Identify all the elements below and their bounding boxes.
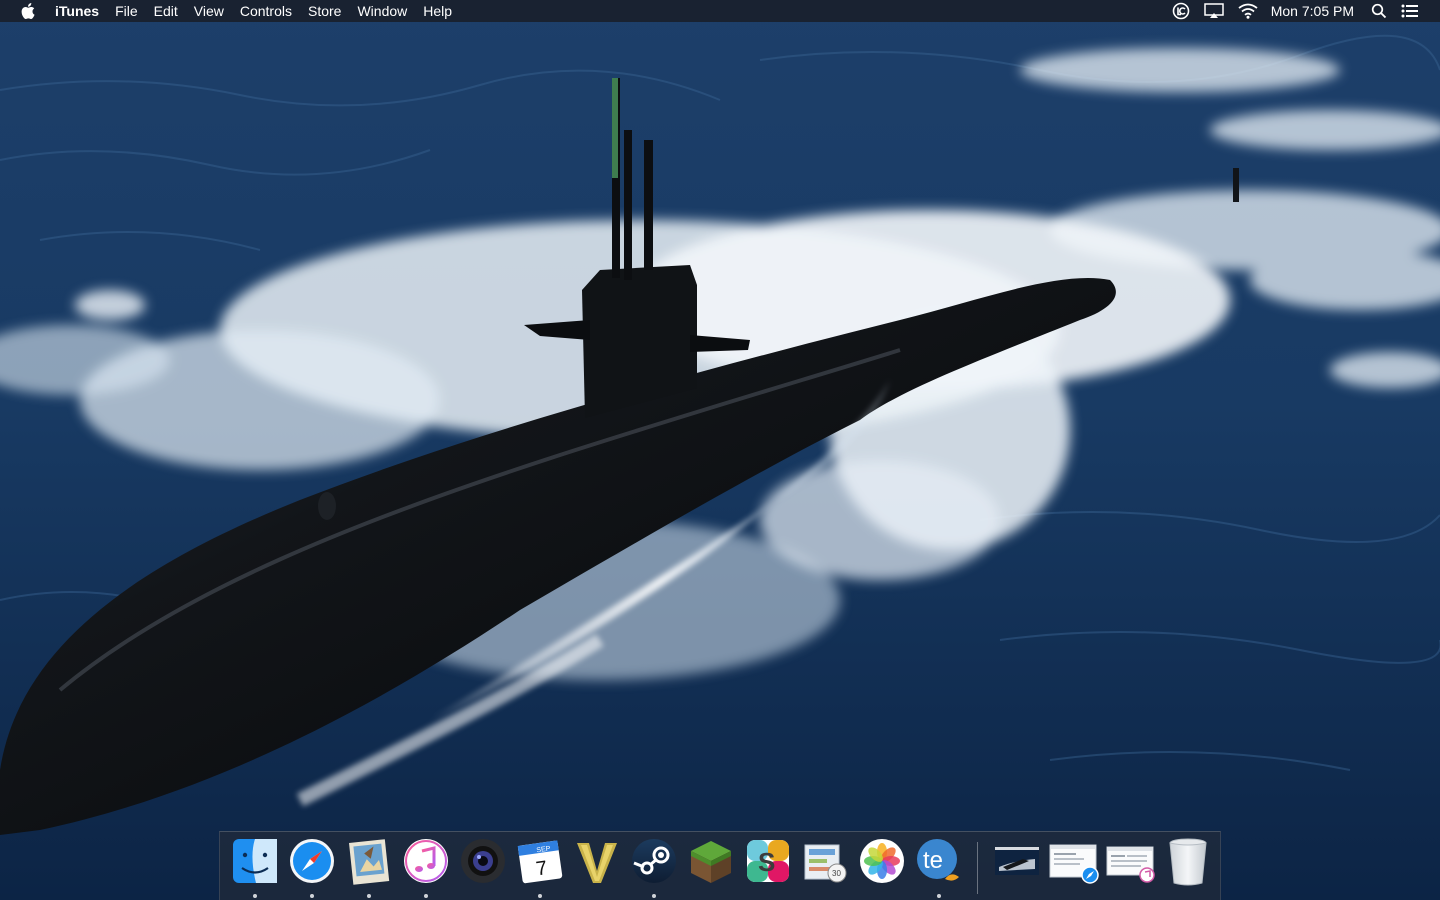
- dock-minimized-window-2[interactable]: [1045, 832, 1102, 896]
- running-indicator: [936, 894, 941, 898]
- dock-separator: [977, 842, 978, 894]
- vee-icon: [576, 843, 617, 883]
- dock-trash[interactable]: [1159, 832, 1216, 896]
- dock-app-safari[interactable]: [283, 832, 340, 898]
- textexpander-icon: te: [916, 839, 959, 881]
- running-indicator: [651, 894, 656, 898]
- menu-edit[interactable]: Edit: [146, 0, 186, 22]
- trash-icon: [1168, 838, 1207, 886]
- dock-app-photo-booth[interactable]: [454, 832, 511, 896]
- preview-icon: [348, 839, 389, 885]
- dock-app-slack[interactable]: S: [739, 832, 796, 896]
- dock-app-vectorize[interactable]: [568, 832, 625, 896]
- airplay-icon[interactable]: [1203, 0, 1224, 22]
- apple-menu-icon[interactable]: [17, 0, 39, 22]
- itunes-icon: [403, 839, 448, 883]
- menu-window[interactable]: Window: [349, 0, 415, 22]
- dock-app-finder[interactable]: [226, 832, 283, 898]
- camera-icon: [460, 839, 505, 883]
- dock-app-steam[interactable]: [625, 832, 682, 898]
- textexpander-label: te: [923, 847, 943, 874]
- dock-app-itunes[interactable]: [397, 832, 454, 898]
- finder-icon: [232, 839, 277, 883]
- dock-app-textexpander[interactable]: te: [910, 832, 967, 898]
- slack-letter: S: [758, 847, 775, 877]
- dock-app-minecraft[interactable]: [682, 832, 739, 896]
- minecraft-icon: [690, 841, 731, 883]
- menu-help[interactable]: Help: [415, 0, 460, 22]
- slack-icon: S: [746, 840, 789, 882]
- menu-clock[interactable]: Mon 7:05 PM: [1271, 0, 1354, 22]
- dock-app-photos[interactable]: [853, 832, 910, 896]
- running-indicator: [366, 894, 371, 898]
- dock-app-planner[interactable]: 30: [796, 832, 853, 896]
- menu-view[interactable]: View: [186, 0, 232, 22]
- running-indicator: [252, 894, 257, 898]
- running-indicator: [423, 894, 428, 898]
- wifi-icon[interactable]: [1238, 0, 1258, 22]
- steam-icon: [631, 839, 676, 883]
- photos-icon: [859, 839, 904, 883]
- planner-timer-text: 30: [832, 869, 841, 878]
- running-indicator: [537, 894, 542, 898]
- dock-minimized-window-3[interactable]: [1102, 832, 1159, 896]
- safari-icon: [289, 839, 334, 883]
- dock-app-preview[interactable]: [340, 832, 397, 898]
- notification-center-icon[interactable]: [1401, 0, 1419, 22]
- calendar-icon: SEP 7: [517, 840, 562, 884]
- menu-bar: iTunes File Edit View Controls Store Win…: [0, 0, 1440, 22]
- minimized-itunes-window-icon: [1106, 846, 1155, 883]
- running-indicator: [309, 894, 314, 898]
- menu-file[interactable]: File: [107, 0, 146, 22]
- dock: SEP 7 S 30 te: [219, 831, 1221, 900]
- dock-app-calendar[interactable]: SEP 7: [511, 832, 568, 898]
- minimized-safari-window-icon: [1049, 844, 1099, 884]
- desktop-wallpaper: [0, 0, 1440, 900]
- dock-minimized-window-1[interactable]: [988, 832, 1045, 896]
- spotlight-icon[interactable]: [1371, 0, 1387, 22]
- planner-icon: 30: [804, 844, 846, 883]
- menu-app-name[interactable]: iTunes: [53, 0, 107, 22]
- minimized-window-icon: [994, 847, 1039, 875]
- logmein-icon[interactable]: [1172, 0, 1190, 22]
- menu-controls[interactable]: Controls: [232, 0, 300, 22]
- menu-store[interactable]: Store: [300, 0, 349, 22]
